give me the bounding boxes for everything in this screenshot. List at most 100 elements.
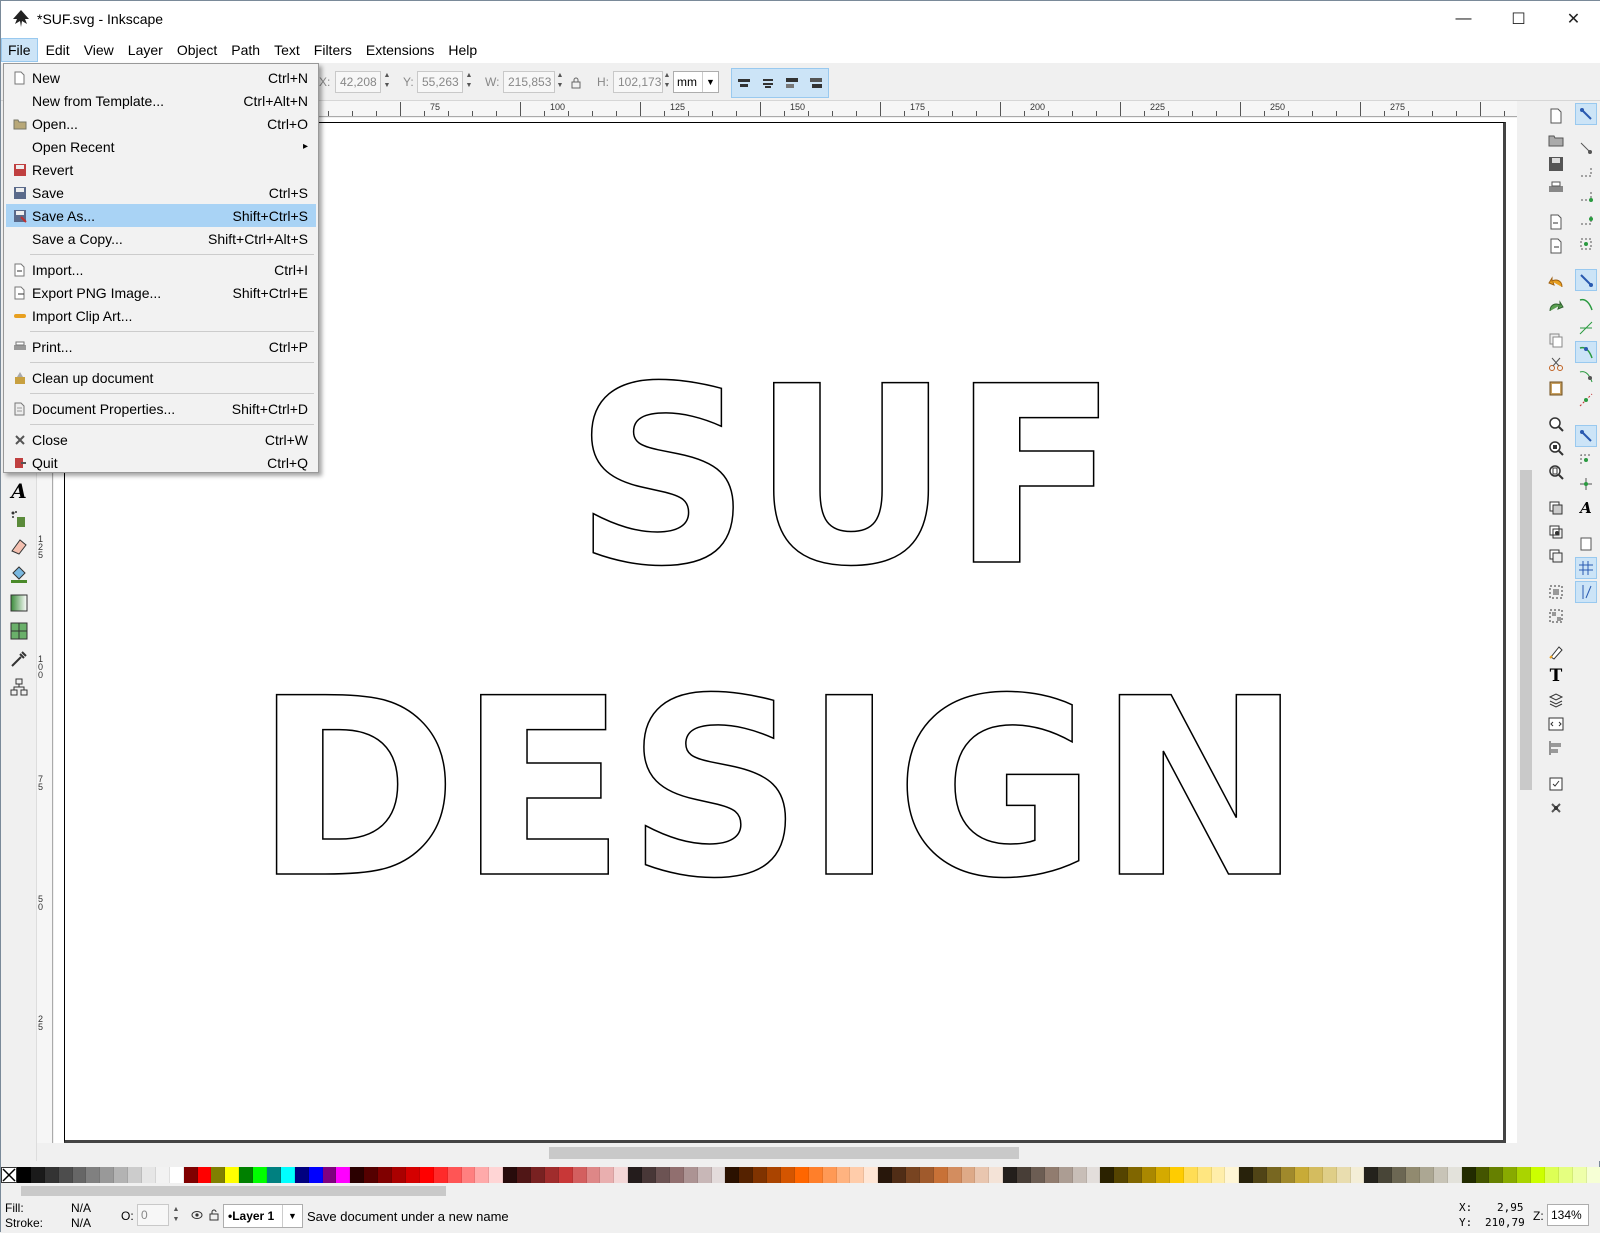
color-swatch[interactable] xyxy=(1142,1167,1157,1183)
eye-icon[interactable] xyxy=(191,1210,203,1220)
open-folder-icon[interactable] xyxy=(1545,129,1567,151)
vertical-scrollbar-thumb[interactable] xyxy=(1520,470,1532,790)
color-swatch[interactable] xyxy=(1503,1167,1518,1183)
color-swatch[interactable] xyxy=(447,1167,462,1183)
color-swatch[interactable] xyxy=(975,1167,990,1183)
menu-item-export-png[interactable]: Export PNG Image... Shift+Ctrl+E xyxy=(6,281,316,304)
move-gradients-icon[interactable] xyxy=(783,74,801,92)
color-swatch[interactable] xyxy=(725,1167,740,1183)
color-swatch[interactable] xyxy=(1156,1167,1170,1183)
horizontal-scrollbar[interactable] xyxy=(54,1143,1517,1161)
color-swatch[interactable] xyxy=(378,1167,393,1183)
snap-cusp-nodes-icon[interactable] xyxy=(1575,341,1597,363)
color-swatch[interactable] xyxy=(711,1167,726,1183)
color-swatch[interactable] xyxy=(128,1167,143,1183)
color-swatch[interactable] xyxy=(364,1167,379,1183)
stroke-value[interactable]: N/A xyxy=(71,1216,91,1230)
w-input[interactable]: 215,853 xyxy=(503,71,555,93)
color-swatch[interactable] xyxy=(169,1167,184,1183)
x-input[interactable]: 42,208 xyxy=(335,71,381,93)
y-spin-button[interactable]: ▲ ▼ xyxy=(464,71,474,93)
palette-scrollbar[interactable] xyxy=(1,1183,1600,1199)
duplicate-icon[interactable] xyxy=(1545,497,1567,519)
color-swatch[interactable] xyxy=(419,1167,434,1183)
group-icon[interactable] xyxy=(1545,581,1567,603)
print-icon[interactable] xyxy=(1545,177,1567,199)
snap-nodes-icon[interactable] xyxy=(1575,269,1597,291)
eraser-tool-icon[interactable] xyxy=(7,535,31,559)
color-swatch[interactable] xyxy=(836,1167,851,1183)
color-swatch[interactable] xyxy=(1392,1167,1407,1183)
import-icon[interactable] xyxy=(1545,211,1567,233)
color-swatch[interactable] xyxy=(392,1167,406,1183)
color-swatch[interactable] xyxy=(1461,1167,1476,1183)
color-swatch[interactable] xyxy=(572,1167,587,1183)
connector-tool-icon[interactable] xyxy=(7,675,31,699)
color-swatch[interactable] xyxy=(1517,1167,1532,1183)
snap-bbox-edge-icon[interactable] xyxy=(1575,161,1597,183)
redo-icon[interactable] xyxy=(1545,295,1567,317)
color-swatch[interactable] xyxy=(336,1167,351,1183)
menu-help[interactable]: Help xyxy=(442,39,483,61)
color-swatch[interactable] xyxy=(308,1167,323,1183)
color-swatch[interactable] xyxy=(850,1167,865,1183)
clone-icon[interactable] xyxy=(1545,521,1567,543)
color-swatch[interactable] xyxy=(961,1167,976,1183)
color-swatch[interactable] xyxy=(86,1167,101,1183)
color-swatch[interactable] xyxy=(100,1167,115,1183)
menu-layer[interactable]: Layer xyxy=(122,39,169,61)
color-swatch[interactable] xyxy=(1475,1167,1490,1183)
menu-item-revert[interactable]: Revert xyxy=(6,158,316,181)
menu-item-clean-up-document[interactable]: Clean up document xyxy=(6,366,316,389)
cut-icon[interactable] xyxy=(1545,353,1567,375)
text-tool-icon[interactable]: A xyxy=(7,479,31,503)
snap-bbox-corner-icon[interactable] xyxy=(1575,185,1597,207)
preferences-icon[interactable] xyxy=(1545,773,1567,795)
snap-bbox-midpoint-icon[interactable] xyxy=(1575,209,1597,231)
color-swatch[interactable] xyxy=(1058,1167,1073,1183)
menu-item-open-recent[interactable]: Open Recent ▸ xyxy=(6,135,316,158)
text-font-icon[interactable]: T xyxy=(1545,665,1567,687)
color-swatch[interactable] xyxy=(1544,1167,1559,1183)
color-swatch[interactable] xyxy=(919,1167,934,1183)
color-swatch[interactable] xyxy=(211,1167,226,1183)
ungroup-icon[interactable] xyxy=(1545,605,1567,627)
no-paint-swatch[interactable] xyxy=(1,1167,17,1183)
color-swatch[interactable] xyxy=(683,1167,698,1183)
color-swatch[interactable] xyxy=(1211,1167,1226,1183)
menu-extensions[interactable]: Extensions xyxy=(360,39,440,61)
suf-text-object[interactable]: SUF xyxy=(573,334,1119,622)
menu-item-print[interactable]: Print... Ctrl+P xyxy=(6,335,316,358)
color-swatch[interactable] xyxy=(1406,1167,1420,1183)
color-swatch[interactable] xyxy=(697,1167,712,1183)
color-swatch[interactable] xyxy=(155,1167,170,1183)
move-patterns-icon[interactable] xyxy=(807,74,825,92)
lock-icon[interactable] xyxy=(571,77,581,89)
copy-icon[interactable] xyxy=(1545,329,1567,351)
snap-paths-icon[interactable] xyxy=(1575,293,1597,315)
zoom-selection-icon[interactable] xyxy=(1545,413,1567,435)
menu-item-quit[interactable]: Quit Ctrl+Q xyxy=(6,451,316,474)
align-distribute-icon[interactable] xyxy=(1545,737,1567,759)
color-swatch[interactable] xyxy=(183,1167,198,1183)
color-swatch[interactable] xyxy=(322,1167,337,1183)
scale-corners-icon[interactable] xyxy=(759,74,777,92)
color-swatch[interactable] xyxy=(1378,1167,1393,1183)
color-swatch[interactable] xyxy=(253,1167,268,1183)
color-swatch[interactable] xyxy=(808,1167,823,1183)
color-swatch[interactable] xyxy=(558,1167,573,1183)
color-swatch[interactable] xyxy=(600,1167,615,1183)
x-spin-button[interactable]: ▲ ▼ xyxy=(382,71,392,93)
color-swatch[interactable] xyxy=(1294,1167,1309,1183)
fill-stroke-icon[interactable] xyxy=(1545,641,1567,663)
color-swatch[interactable] xyxy=(1572,1167,1587,1183)
snap-object-midpoint-icon[interactable] xyxy=(1575,449,1597,471)
menu-item-import[interactable]: Import... Ctrl+I xyxy=(6,258,316,281)
color-swatch[interactable] xyxy=(1489,1167,1504,1183)
scale-stroke-icon[interactable] xyxy=(735,74,753,92)
unlink-clone-icon[interactable] xyxy=(1545,545,1567,567)
gradient-tool-icon[interactable] xyxy=(7,591,31,615)
menu-object[interactable]: Object xyxy=(171,39,223,61)
color-swatch[interactable] xyxy=(72,1167,87,1183)
document-settings-icon[interactable] xyxy=(1545,797,1567,819)
